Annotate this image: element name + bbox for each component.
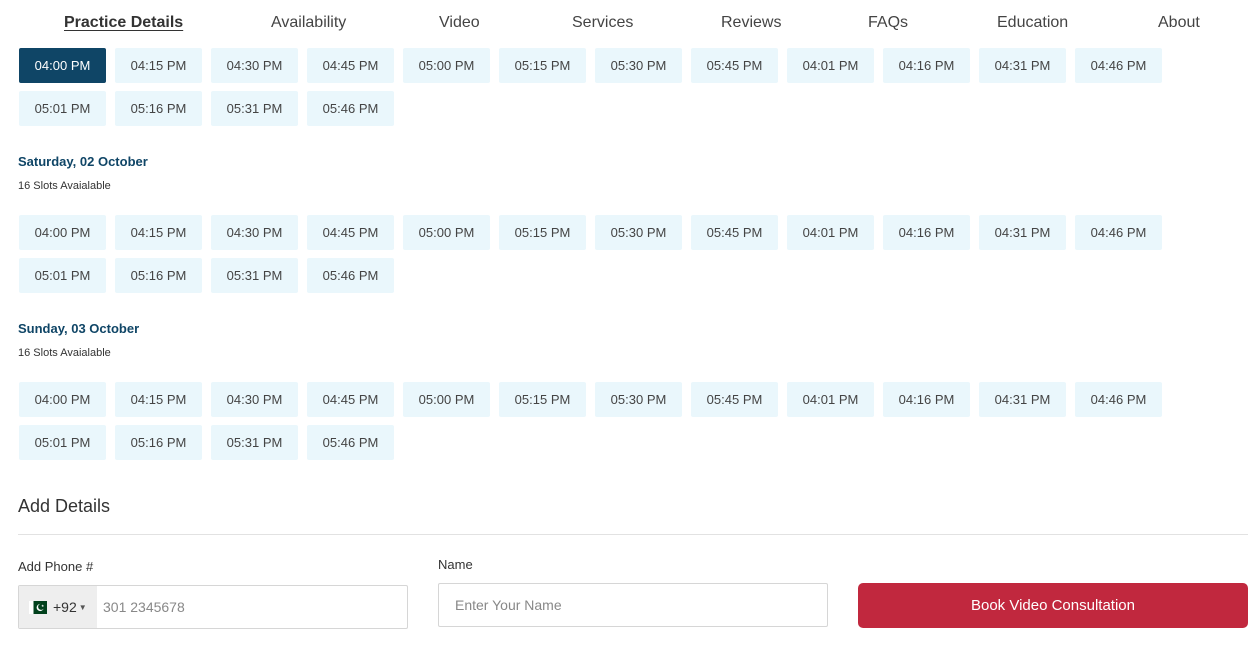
time-slot[interactable]: 05:00 PM [403, 382, 490, 417]
time-slot-grid-day-2: 04:00 PM 04:15 PM 04:30 PM 04:45 PM 05:00 PM… [19, 215, 1169, 293]
time-slot[interactable]: 05:30 PM [595, 215, 682, 250]
time-slot[interactable]: 04:30 PM [211, 215, 298, 250]
top-nav: Practice Details Availability Video Serv… [0, 0, 1259, 48]
name-label: Name [438, 557, 473, 572]
time-slot[interactable]: 05:01 PM [19, 425, 106, 460]
day-title: Saturday, 02 October [18, 154, 148, 169]
time-slot[interactable]: 05:45 PM [691, 48, 778, 83]
time-slot[interactable]: 04:30 PM [211, 48, 298, 83]
tab-reviews[interactable]: Reviews [721, 14, 781, 32]
day-title: Sunday, 03 October [18, 321, 140, 336]
tab-availability[interactable]: Availability [271, 14, 346, 32]
time-slot[interactable]: 05:16 PM [115, 258, 202, 293]
time-slot-grid-day-3: 04:00 PM 04:15 PM 04:30 PM 04:45 PM 05:00 PM… [19, 382, 1169, 460]
add-details-title: Add Details [18, 496, 111, 516]
time-slot[interactable]: 04:00 PM [19, 48, 106, 83]
time-slot[interactable]: 04:15 PM [115, 215, 202, 250]
time-slot-grid-day-1: 04:00 PM 04:15 PM 04:30 PM 04:45 PM 05:00 PM… [19, 48, 1169, 126]
time-slot[interactable]: 05:46 PM [307, 425, 394, 460]
time-slot[interactable]: 05:31 PM [211, 258, 298, 293]
name-input[interactable] [438, 583, 828, 627]
tab-services[interactable]: Services [572, 14, 633, 32]
time-slot[interactable]: 04:46 PM [1075, 48, 1162, 83]
time-slot[interactable]: 05:31 PM [211, 91, 298, 126]
pakistan-flag-icon [29, 600, 47, 614]
slots-available-count: 16 Slots Avaialable [18, 347, 111, 359]
time-slot[interactable]: 05:00 PM [403, 215, 490, 250]
tab-faqs[interactable]: FAQs [868, 14, 908, 32]
time-slot[interactable]: 04:01 PM [787, 382, 874, 417]
slots-available-count: 16 Slots Avaialable [18, 180, 111, 192]
country-code-dropdown[interactable]: +92 ▼ [19, 586, 97, 628]
time-slot[interactable]: 05:15 PM [499, 48, 586, 83]
tab-practice-details[interactable]: Practice Details [64, 14, 183, 32]
time-slot[interactable]: 05:15 PM [499, 382, 586, 417]
time-slot[interactable]: 04:01 PM [787, 48, 874, 83]
time-slot[interactable]: 04:30 PM [211, 382, 298, 417]
country-dial-code: +92 [53, 599, 77, 615]
divider [18, 534, 1248, 535]
time-slot[interactable]: 04:16 PM [883, 48, 970, 83]
phone-field: +92 ▼ [18, 585, 408, 629]
time-slot[interactable]: 05:45 PM [691, 215, 778, 250]
time-slot[interactable]: 05:01 PM [19, 91, 106, 126]
time-slot[interactable]: 05:31 PM [211, 425, 298, 460]
caret-down-icon: ▼ [78, 602, 87, 612]
time-slot[interactable]: 05:00 PM [403, 48, 490, 83]
time-slot[interactable]: 05:46 PM [307, 258, 394, 293]
time-slot[interactable]: 05:16 PM [115, 425, 202, 460]
tab-video[interactable]: Video [439, 14, 480, 32]
time-slot[interactable]: 05:15 PM [499, 215, 586, 250]
phone-label: Add Phone # [18, 559, 94, 574]
time-slot[interactable]: 05:45 PM [691, 382, 778, 417]
time-slot[interactable]: 04:00 PM [19, 382, 106, 417]
time-slot[interactable]: 04:45 PM [307, 215, 394, 250]
tab-education[interactable]: Education [997, 14, 1068, 32]
time-slot[interactable]: 04:01 PM [787, 215, 874, 250]
book-video-consultation-button[interactable]: Book Video Consultation [858, 583, 1248, 628]
time-slot[interactable]: 04:16 PM [883, 382, 970, 417]
time-slot[interactable]: 05:16 PM [115, 91, 202, 126]
time-slot[interactable]: 04:45 PM [307, 382, 394, 417]
phone-input[interactable] [97, 586, 407, 628]
time-slot[interactable]: 04:46 PM [1075, 215, 1162, 250]
time-slot[interactable]: 05:30 PM [595, 382, 682, 417]
time-slot[interactable]: 04:46 PM [1075, 382, 1162, 417]
time-slot[interactable]: 04:15 PM [115, 382, 202, 417]
time-slot[interactable]: 05:46 PM [307, 91, 394, 126]
tab-about[interactable]: About [1158, 14, 1200, 32]
time-slot[interactable]: 04:16 PM [883, 215, 970, 250]
time-slot[interactable]: 04:31 PM [979, 48, 1066, 83]
time-slot[interactable]: 04:31 PM [979, 382, 1066, 417]
time-slot[interactable]: 05:30 PM [595, 48, 682, 83]
time-slot[interactable]: 04:15 PM [115, 48, 202, 83]
time-slot[interactable]: 04:00 PM [19, 215, 106, 250]
time-slot[interactable]: 05:01 PM [19, 258, 106, 293]
time-slot[interactable]: 04:45 PM [307, 48, 394, 83]
time-slot[interactable]: 04:31 PM [979, 215, 1066, 250]
